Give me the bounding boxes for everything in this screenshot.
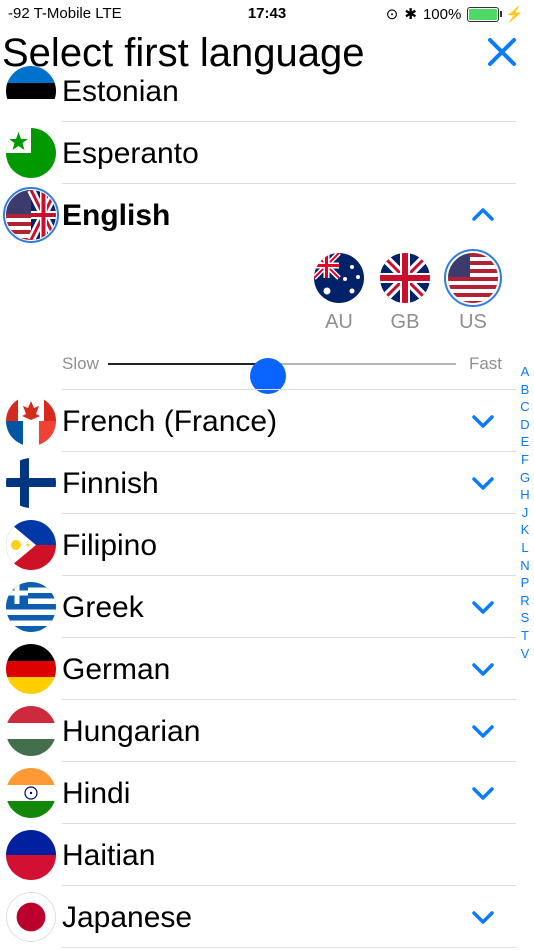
- philippines-flag-icon: [6, 520, 56, 570]
- us-flag-icon: [444, 249, 502, 307]
- index-letter[interactable]: L: [516, 539, 534, 557]
- slider-track-filled: [108, 363, 269, 365]
- language-name: English: [62, 199, 171, 232]
- index-letter[interactable]: F: [516, 451, 534, 469]
- language-name: Hindi: [62, 777, 131, 810]
- index-letter[interactable]: E: [516, 433, 534, 451]
- language-name: Esperanto: [62, 137, 199, 170]
- variant-label: AU: [325, 311, 353, 333]
- australia-flag-icon: [314, 253, 364, 303]
- uk-flag-icon: [380, 253, 430, 303]
- language-name: French (France): [62, 405, 278, 438]
- charging-icon: ⚡: [505, 6, 524, 23]
- index-letter[interactable]: C: [516, 398, 534, 416]
- variant-label: GB: [390, 311, 420, 333]
- index-letter[interactable]: G: [516, 469, 534, 487]
- language-row-greek[interactable]: Greek: [0, 576, 516, 638]
- canada-france-flag-icon: [6, 396, 56, 446]
- us-uk-flag-icon: [3, 187, 59, 243]
- speed-slider[interactable]: Slow Fast: [62, 352, 502, 394]
- haiti-flag-icon: [6, 830, 56, 880]
- rotation-lock-icon: ⊙: [385, 6, 399, 23]
- alphabet-index[interactable]: ABCDEFGHJKLNPRSTV: [516, 363, 534, 662]
- chevron-down-icon[interactable]: [470, 594, 496, 620]
- chevron-down-icon[interactable]: [470, 656, 496, 682]
- chevron-down-icon[interactable]: [470, 408, 496, 434]
- esperanto-flag-icon: [6, 128, 56, 178]
- language-row-english[interactable]: English: [0, 184, 516, 246]
- language-name: Estonian: [62, 75, 179, 108]
- slider-track[interactable]: [108, 358, 456, 394]
- finland-flag-icon: [6, 458, 56, 508]
- language-row-french[interactable]: French (France): [0, 390, 516, 452]
- language-row-japanese[interactable]: Japanese: [0, 886, 516, 948]
- language-row-haitian[interactable]: Haitian: [0, 824, 516, 886]
- index-letter[interactable]: V: [516, 645, 534, 663]
- index-letter[interactable]: B: [516, 381, 534, 399]
- battery-icon: [467, 6, 503, 22]
- language-row-hungarian[interactable]: Hungarian: [0, 700, 516, 762]
- estonia-flag-icon: [6, 66, 56, 116]
- greece-flag-icon: [6, 582, 56, 632]
- index-letter[interactable]: R: [516, 592, 534, 610]
- index-letter[interactable]: A: [516, 363, 534, 381]
- index-letter[interactable]: T: [516, 627, 534, 645]
- language-name: Hungarian: [62, 715, 201, 748]
- language-row-esperanto[interactable]: Esperanto: [0, 122, 516, 184]
- hungary-flag-icon: [6, 706, 56, 756]
- language-row-hindi[interactable]: Hindi: [0, 762, 516, 824]
- divider: [62, 947, 516, 948]
- index-letter[interactable]: J: [516, 504, 534, 522]
- chevron-up-icon[interactable]: [470, 202, 496, 228]
- language-name: Haitian: [62, 839, 156, 872]
- chevron-down-icon[interactable]: [470, 718, 496, 744]
- language-row-estonian[interactable]: Estonian: [0, 60, 516, 122]
- japan-flag-icon: [6, 892, 56, 942]
- index-letter[interactable]: N: [516, 557, 534, 575]
- language-row-german[interactable]: German: [0, 638, 516, 700]
- language-name: German: [62, 653, 171, 686]
- variant-au-button[interactable]: AU: [312, 253, 366, 334]
- language-name: Filipino: [62, 529, 158, 562]
- chevron-down-icon[interactable]: [470, 780, 496, 806]
- variant-gb-button[interactable]: GB: [378, 253, 432, 334]
- variant-label: US: [459, 311, 487, 333]
- index-letter[interactable]: P: [516, 574, 534, 592]
- india-flag-icon: [6, 768, 56, 818]
- language-name: Japanese: [62, 901, 193, 934]
- language-row-filipino[interactable]: Filipino: [0, 514, 516, 576]
- germany-flag-icon: [6, 644, 56, 694]
- battery-percent: 100%: [422, 5, 462, 23]
- chevron-down-icon[interactable]: [470, 904, 496, 930]
- index-letter[interactable]: D: [516, 416, 534, 434]
- chevron-down-icon[interactable]: [470, 470, 496, 496]
- speed-slow-label: Slow: [62, 354, 99, 373]
- index-letter[interactable]: K: [516, 521, 534, 539]
- index-letter[interactable]: H: [516, 486, 534, 504]
- language-name: Finnish: [62, 467, 159, 500]
- language-row-finnish[interactable]: Finnish: [0, 452, 516, 514]
- status-bar: -92 T-Mobile LTE 17:43 ⊙ ✱ 100% ⚡: [0, 0, 534, 28]
- index-letter[interactable]: S: [516, 609, 534, 627]
- speed-fast-label: Fast: [468, 354, 502, 373]
- language-name: Greek: [62, 591, 144, 624]
- bluetooth-icon: ✱: [404, 6, 417, 23]
- variant-us-button[interactable]: US: [444, 249, 502, 334]
- status-right: ⊙ ✱ 100% ⚡: [385, 5, 524, 24]
